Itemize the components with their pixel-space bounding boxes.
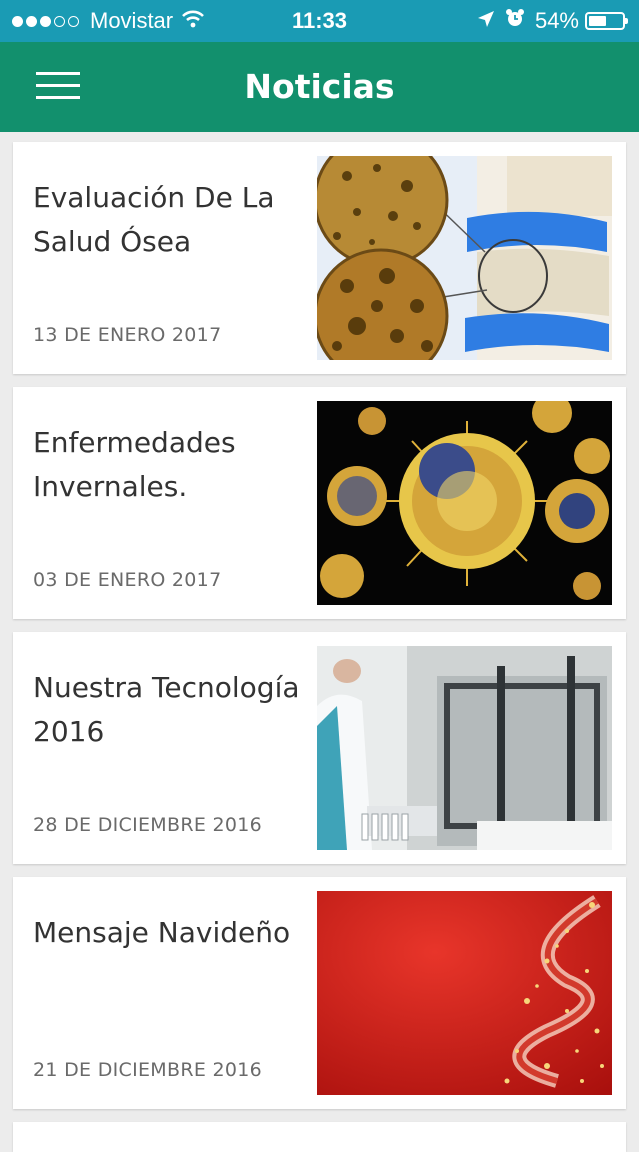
page-title: Noticias <box>244 67 395 106</box>
battery-percent: 54% <box>534 8 579 33</box>
news-card[interactable]: Evaluación De La Salud Ósea 13 DE ENERO … <box>13 142 626 374</box>
status-bar: Movistar 11:33 54% <box>0 0 639 42</box>
lab-technician-photo <box>317 646 612 850</box>
news-card[interactable]: Enfermedades Invernales. 03 DE ENERO 201… <box>13 387 626 619</box>
news-card[interactable]: Nuestra Tecnología 2016 28 DE DICIEMBRE … <box>13 632 626 864</box>
news-card[interactable]: Mensaje Navideño 21 DE DICIEMBRE 2016 <box>13 877 626 1109</box>
bone-spine-illustration <box>317 156 612 360</box>
virus-illustration <box>317 401 612 605</box>
news-date: 03 DE ENERO 2017 <box>33 569 222 591</box>
hamburger-menu-icon[interactable] <box>36 72 80 102</box>
news-title: Mensaje Navideño <box>33 916 291 949</box>
app-bar: Noticias <box>0 42 639 132</box>
christmas-tree-ribbon <box>317 891 612 1095</box>
alarm-clock-icon <box>505 8 525 34</box>
news-date: 28 DE DICIEMBRE 2016 <box>33 814 263 836</box>
news-title: Nuestra Tecnología 2016 <box>33 671 300 748</box>
location-arrow-icon <box>477 8 495 34</box>
battery-icon <box>585 12 628 30</box>
news-date: 21 DE DICIEMBRE 2016 <box>33 1059 263 1081</box>
news-date: 13 DE ENERO 2017 <box>33 324 222 346</box>
news-title: Evaluación De La Salud Ósea <box>33 181 275 258</box>
news-card-partial[interactable] <box>13 1122 626 1152</box>
news-title: Enfermedades Invernales. <box>33 426 236 503</box>
status-bar-right: 54% <box>477 8 628 34</box>
